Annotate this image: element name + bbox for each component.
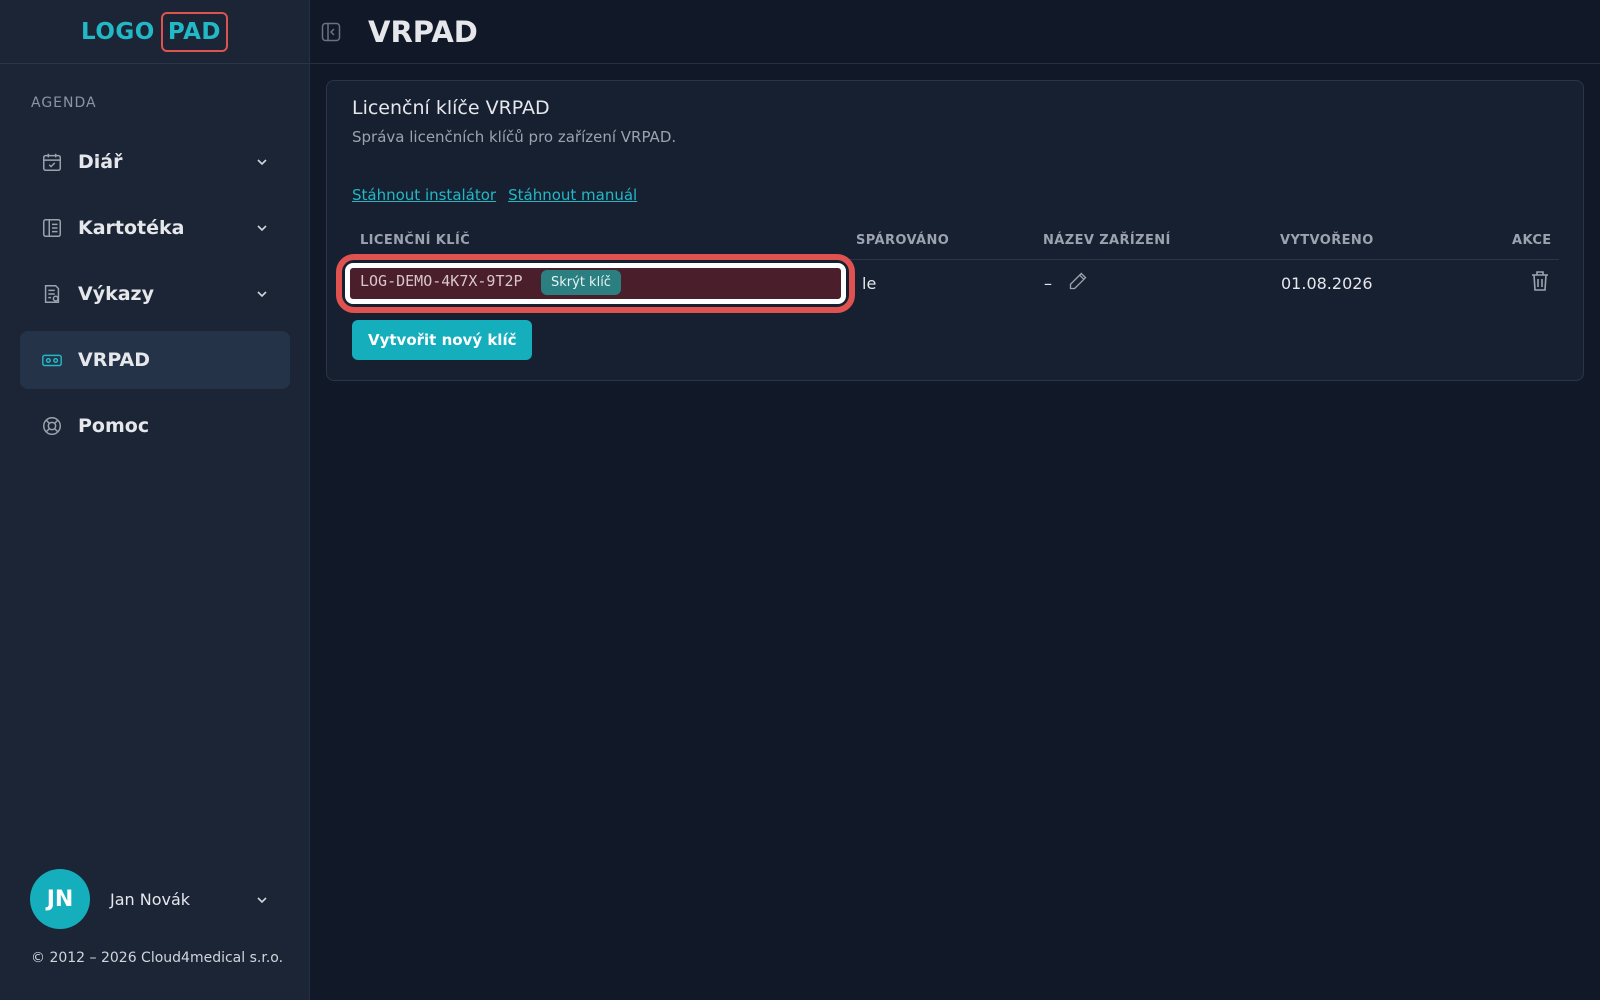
delete-key-icon[interactable] <box>1530 270 1550 292</box>
column-header-actions: AKCE <box>1512 233 1552 248</box>
sidebar-nav: Diář Kartotéka Výkazy VRPAD Pomoc <box>20 133 290 463</box>
sidebar-item-diar[interactable]: Diář <box>20 133 290 191</box>
sidebar-item-vrpad[interactable]: VRPAD <box>20 331 290 389</box>
section-label-agenda: AGENDA <box>31 95 97 111</box>
paired-value: le <box>862 274 877 293</box>
license-keys-card: Licenční klíče VRPAD Správa licenčních k… <box>326 80 1584 381</box>
report-icon <box>40 282 64 306</box>
sidebar-item-label: Výkazy <box>78 283 154 305</box>
column-header-key: LICENČNÍ KLÍČ <box>360 233 471 248</box>
sidebar-item-label: Kartotéka <box>78 217 185 239</box>
logo-text-pad: PAD <box>160 11 228 52</box>
vr-headset-icon <box>40 348 64 372</box>
book-icon <box>40 216 64 240</box>
sidebar-item-label: Pomoc <box>78 415 150 437</box>
avatar: JN <box>30 869 90 929</box>
sidebar-item-label: Diář <box>78 151 123 173</box>
download-manual-link[interactable]: Stáhnout manuál <box>508 186 637 204</box>
create-new-key-button[interactable]: Vytvořit nový klíč <box>352 320 533 360</box>
edit-device-name-icon[interactable] <box>1068 271 1088 291</box>
chevron-down-icon <box>254 154 270 170</box>
chevron-down-icon <box>254 286 270 302</box>
card-subtitle: Správa licenčních klíčů pro zařízení VRP… <box>352 128 677 146</box>
sidebar-collapse-icon[interactable] <box>320 21 342 43</box>
calendar-icon <box>40 150 64 174</box>
sidebar-item-pomoc[interactable]: Pomoc <box>20 397 290 455</box>
logo-text-logo: LOGO <box>81 18 155 45</box>
copyright: © 2012 – 2026 Cloud4medical s.r.o. <box>31 950 284 966</box>
download-links: Stáhnout instalátor Stáhnout manuál <box>352 186 637 204</box>
column-header-device: NÁZEV ZAŘÍZENÍ <box>1043 233 1171 248</box>
chevron-down-icon <box>256 891 272 907</box>
logo[interactable]: LOGO PAD <box>81 11 228 52</box>
device-name-value: – <box>1044 274 1052 293</box>
created-date-value: 01.08.2026 <box>1281 274 1373 293</box>
download-installer-link[interactable]: Stáhnout instalátor <box>352 186 496 204</box>
user-menu[interactable]: JN Jan Novák <box>30 869 280 929</box>
column-header-created: VYTVOŘENO <box>1280 233 1374 248</box>
column-header-paired: SPÁROVÁNO <box>856 233 950 248</box>
page-title: VRPAD <box>368 14 478 49</box>
lifebuoy-icon <box>40 414 64 438</box>
hide-key-button[interactable]: Skrýt klíč <box>541 270 621 295</box>
sidebar-item-label: VRPAD <box>78 349 150 371</box>
sidebar: LOGO PAD AGENDA Diář Kartotéka Výkazy VR… <box>0 0 310 1000</box>
sidebar-item-kartoteka[interactable]: Kartotéka <box>20 199 290 257</box>
sidebar-item-vykazy[interactable]: Výkazy <box>20 265 290 323</box>
user-name: Jan Novák <box>110 889 191 909</box>
header: VRPAD <box>310 0 1600 64</box>
license-key-value[interactable]: LOG-DEMO-4K7X-9T2P <box>360 272 523 290</box>
card-title: Licenční klíče VRPAD <box>352 97 550 119</box>
chevron-down-icon <box>254 220 270 236</box>
logo-bar: LOGO PAD <box>0 0 309 64</box>
